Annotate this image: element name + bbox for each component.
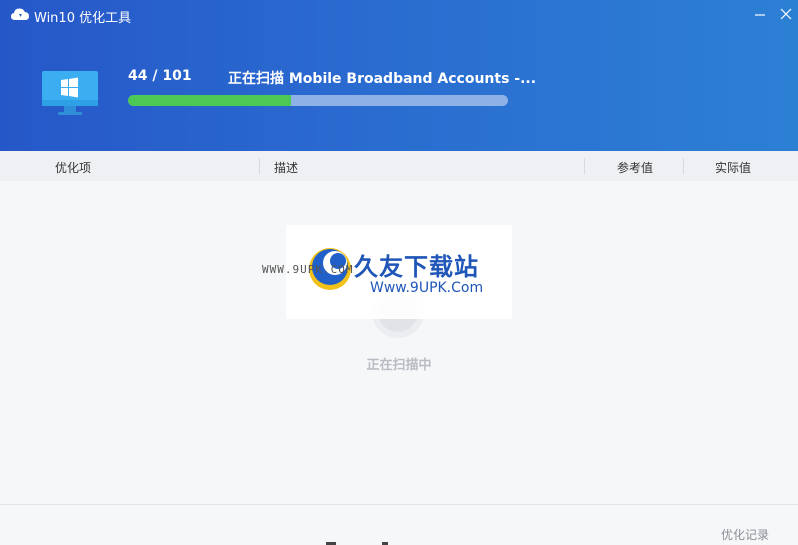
header-banner: Win10 优化工具 44 / 101 正在扫描 Mobile Broadban… (0, 0, 798, 151)
cloud-icon (11, 8, 29, 20)
column-header-description[interactable]: 描述 (274, 159, 298, 176)
scanning-label: 正在扫描中 (366, 358, 432, 373)
column-divider (584, 158, 585, 174)
footer-cutoff-mark (326, 542, 388, 545)
monitor-windows-icon (42, 71, 98, 115)
column-header-reference[interactable]: 参考值 (617, 159, 653, 176)
watermark-url: Www.9UPK.Com (370, 280, 484, 296)
watermark-brand: 久友下载站 (354, 253, 479, 281)
minimize-icon[interactable] (752, 6, 768, 22)
column-divider (259, 158, 260, 174)
column-divider (683, 158, 684, 174)
title-bar[interactable]: Win10 优化工具 (0, 0, 798, 30)
table-header: 优化项 描述 参考值 实际值 (0, 151, 798, 181)
watermark-small-text: WWW.9UPK.COM (262, 263, 354, 276)
watermark: WWW.9UPK.COM 久友下载站 Www.9UPK.Com (262, 225, 512, 319)
app-title: Win10 优化工具 (34, 11, 132, 26)
progress-bar-fill (128, 95, 292, 106)
progress-count: 44 / 101 (128, 68, 192, 84)
close-icon[interactable] (778, 6, 794, 22)
scan-status-text: 正在扫描 Mobile Broadband Accounts -... (228, 71, 537, 87)
progress-bar (128, 95, 508, 106)
column-header-actual[interactable]: 实际值 (715, 159, 751, 176)
history-link[interactable]: 优化记录 (721, 526, 769, 543)
column-header-item[interactable]: 优化项 (55, 159, 91, 176)
footer: 优化记录 (0, 504, 798, 545)
